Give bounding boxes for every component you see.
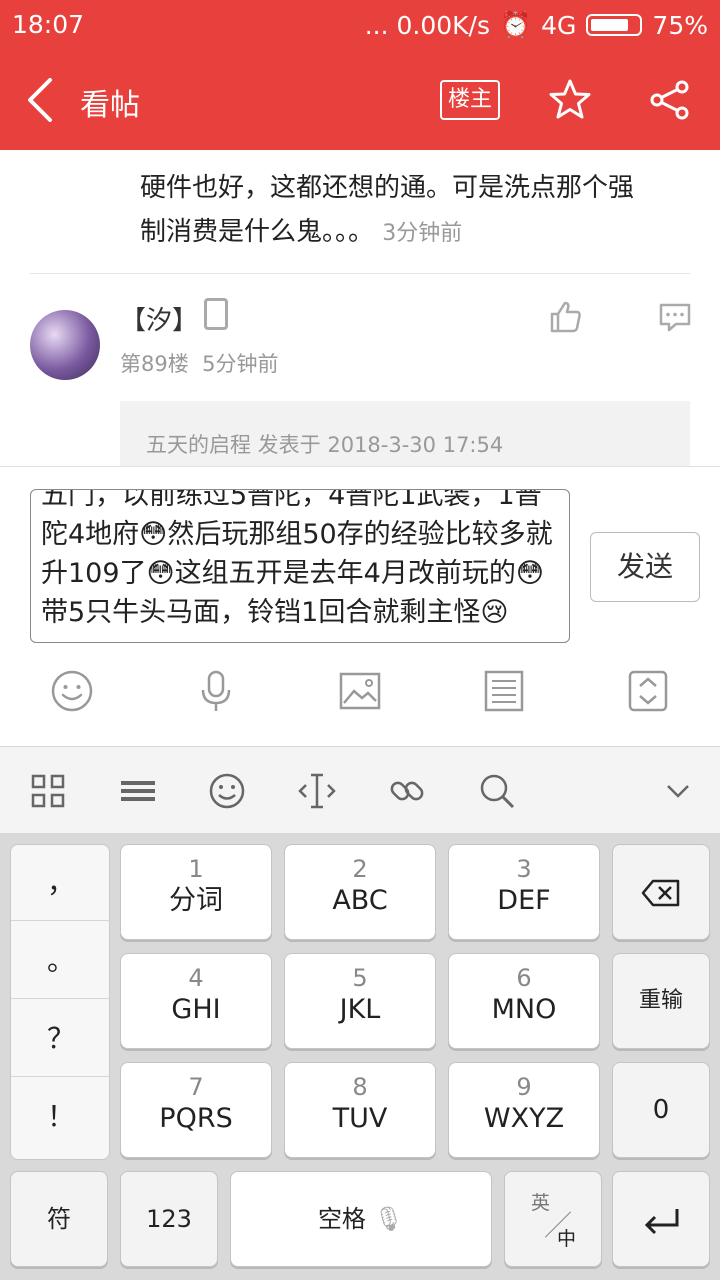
key-7[interactable]: 7 PQRS xyxy=(120,1062,272,1158)
thread-content: 硬件也好，这都还想的通。可是洗点那个强 制消费是什么鬼。。。 3分钟前 【汐】 … xyxy=(0,150,720,466)
emoji-icon[interactable] xyxy=(50,669,94,713)
alarm-icon: ⏰ xyxy=(500,10,532,39)
space-key[interactable]: 空格 🎙 xyxy=(230,1171,492,1267)
key-1[interactable]: 1 分词 xyxy=(120,844,272,940)
app-header: 18:07 ... 0.00K/s ⏰ 4G 75% 看帖 楼主 xyxy=(0,0,720,150)
key-6[interactable]: 6 MNO xyxy=(448,953,600,1049)
key-2[interactable]: 2 ABC xyxy=(284,844,436,940)
status-bar: 18:07 ... 0.00K/s ⏰ 4G 75% xyxy=(0,0,720,52)
list-icon[interactable] xyxy=(482,669,526,713)
signal-label: 4G xyxy=(541,10,577,40)
reply-input-text[interactable]: 五门，以前练过5普陀，4普陀1武装，1普陀4地府😳然后玩那组50存的经验比较多就… xyxy=(41,490,563,632)
previous-reply-line: 硬件也好，这都还想的通。可是洗点那个强 xyxy=(140,173,635,203)
favorite-star-icon[interactable] xyxy=(548,78,592,122)
quote-header: 五天的启程 发表于 2018-3-30 17:54 xyxy=(146,433,504,457)
punct-key[interactable]: 。 xyxy=(11,923,111,999)
mic-small-icon: 🎙 xyxy=(373,1205,405,1233)
key-4[interactable]: 4 GHI xyxy=(120,953,272,1049)
language-toggle-key[interactable]: 英 中 xyxy=(504,1171,602,1267)
link-icon[interactable] xyxy=(387,771,427,811)
enter-key[interactable] xyxy=(612,1171,710,1267)
punctuation-column: ， 。 ？ ！ xyxy=(10,844,111,1160)
backspace-key[interactable] xyxy=(612,844,710,940)
previous-reply-time: 3分钟前 xyxy=(382,221,463,246)
post-meta: 第89楼 5分钟前 xyxy=(120,348,278,378)
phone-icon xyxy=(204,298,228,330)
key-9[interactable]: 9 WXYZ xyxy=(448,1062,600,1158)
key-3[interactable]: 3 DEF xyxy=(448,844,600,940)
page-title: 看帖 xyxy=(80,88,140,123)
floor-number: 第89楼 xyxy=(120,352,189,376)
punct-key[interactable]: ！ xyxy=(11,1079,111,1155)
backspace-icon xyxy=(641,879,680,907)
key-8[interactable]: 8 TUV xyxy=(284,1062,436,1158)
key-0[interactable]: 0 xyxy=(612,1062,710,1158)
keyboard-icon[interactable] xyxy=(118,771,158,811)
post-username[interactable]: 【汐】 xyxy=(120,300,198,337)
reply-compose-bar: 五门，以前练过5普陀，4普陀1武装，1普陀4地府😳然后玩那组50存的经验比较多就… xyxy=(0,466,720,746)
send-button[interactable]: 发送 xyxy=(590,532,700,602)
status-time: 18:07 xyxy=(12,10,85,39)
post-time: 5分钟前 xyxy=(202,352,279,376)
grid-menu-icon[interactable] xyxy=(28,771,68,811)
key-5[interactable]: 5 JKL xyxy=(284,953,436,1049)
avatar[interactable] xyxy=(30,310,100,380)
numbers-key[interactable]: 123 xyxy=(120,1171,218,1267)
share-icon[interactable] xyxy=(648,78,692,122)
punct-key[interactable]: ？ xyxy=(11,1001,111,1077)
image-icon[interactable] xyxy=(338,669,382,713)
previous-reply-line-2: 制消费是什么鬼。。。 3分钟前 xyxy=(140,217,463,247)
reenter-key[interactable]: 重输 xyxy=(612,953,710,1049)
battery-percent: 75% xyxy=(652,10,708,40)
quoted-post: 五天的启程 发表于 2018-3-30 17:54 xyxy=(120,401,690,466)
status-right: ... 0.00K/s ⏰ 4G 75% xyxy=(365,10,708,40)
punct-key[interactable]: ， xyxy=(11,845,111,921)
nav-bar: 看帖 楼主 xyxy=(0,60,720,140)
keyboard-emoji-icon[interactable] xyxy=(207,771,247,811)
divider xyxy=(30,273,690,274)
symbols-key[interactable]: 符 xyxy=(10,1171,108,1267)
search-icon[interactable] xyxy=(477,771,517,811)
t9-keyboard: ， 。 ？ ！ 1 分词 2 ABC 3 DEF 4 GHI 5 JKL 6 MNO 重输 … xyxy=(0,834,720,1280)
back-arrow-icon[interactable] xyxy=(22,76,62,124)
owner-only-button[interactable]: 楼主 xyxy=(440,80,500,120)
compose-tools xyxy=(0,665,720,721)
expand-icon[interactable] xyxy=(626,669,670,713)
chevron-down-icon[interactable] xyxy=(658,771,698,811)
reply-input[interactable]: 五门，以前练过5普陀，4普陀1武装，1普陀4地府😳然后玩那组50存的经验比较多就… xyxy=(30,489,570,643)
battery-icon xyxy=(586,14,643,36)
previous-reply: 硬件也好，这都还想的通。可是洗点那个强 制消费是什么鬼。。。 3分钟前 xyxy=(140,150,680,256)
keyboard-toolbar xyxy=(0,746,720,834)
thumbs-up-icon[interactable] xyxy=(548,300,582,334)
comment-icon[interactable] xyxy=(658,302,692,332)
enter-icon xyxy=(644,1209,679,1235)
network-speed: ... 0.00K/s xyxy=(364,10,490,40)
microphone-icon[interactable] xyxy=(194,669,238,713)
cursor-icon[interactable] xyxy=(297,771,337,811)
